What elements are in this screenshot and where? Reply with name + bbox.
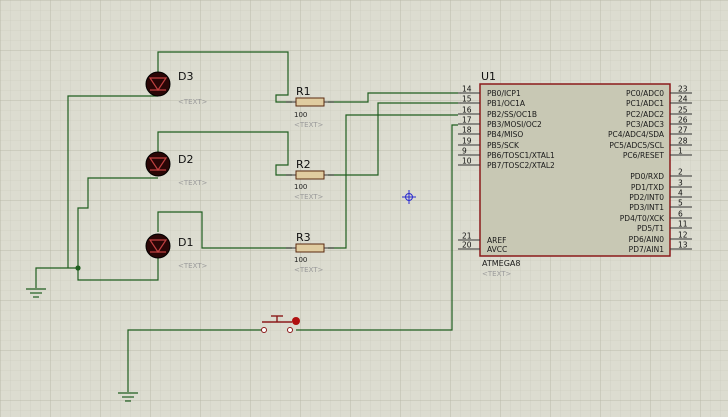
resistor-ref-label: R2 (296, 158, 311, 171)
chip-pin-name: PB2/SS/OC1B (487, 110, 537, 119)
chip-pin-number: 24 (678, 95, 688, 104)
resistor-ref-label: R3 (296, 231, 311, 244)
chip-pin-name: AVCC (487, 245, 507, 254)
chip-pin-name: PC6/RESET (623, 151, 665, 160)
resistor-icon (295, 97, 325, 107)
chip-pin-number: 4 (678, 189, 683, 198)
chip-pin-name: PD4/T0/XCK (620, 214, 665, 223)
chip-ref-label: U1 (481, 70, 496, 83)
chip-pin-name: PC4/ADC4/SDA (608, 130, 665, 139)
chip-pin-name: PD5/T1 (637, 224, 664, 233)
resistor-icon (295, 170, 325, 180)
resistor-value: 100 (294, 183, 307, 191)
led-text-placeholder: <TEXT> (178, 98, 208, 106)
led-text-placeholder: <TEXT> (178, 179, 208, 187)
chip-pin-name: PC3/ADC3 (626, 120, 664, 129)
chip-pin-name: PB7/TOSC2/XTAL2 (487, 161, 555, 170)
chip-pin-name: PB0/ICP1 (487, 89, 521, 98)
chip-pin-number: 17 (462, 116, 472, 125)
chip-pin-number: 13 (678, 241, 688, 250)
chip-pin-number: 1 (678, 147, 683, 156)
chip-pin-name: PD0/RXD (630, 172, 664, 181)
led-icon (145, 151, 171, 177)
chip-pin-name: PD2/INT0 (629, 193, 664, 202)
chip-pin-number: 21 (462, 232, 472, 241)
chip-pin-number: 15 (462, 95, 472, 104)
chip-pin-number: 28 (678, 137, 688, 146)
button-terminal-left (261, 327, 267, 333)
chip-pin-number: 20 (462, 241, 472, 250)
wire-junction (75, 265, 81, 271)
chip-text-placeholder: <TEXT> (482, 270, 512, 278)
resistor-text-placeholder: <TEXT> (294, 121, 324, 129)
chip-pin-name: PD6/AIN0 (629, 235, 665, 244)
chip-pin-name: PC2/ADC2 (626, 110, 664, 119)
chip-pin-number: 2 (678, 168, 683, 177)
chip-pin-name: PB3/MOSI/OC2 (487, 120, 542, 129)
chip-pin-name: PB6/TOSC1/XTAL1 (487, 151, 555, 160)
led-icon (145, 71, 171, 97)
chip-pin-number: 6 (678, 210, 683, 219)
chip-pin-number: 3 (678, 179, 683, 188)
chip-pin-name: PC5/ADC5/SCL (609, 141, 664, 150)
chip-pin-number: 18 (462, 126, 472, 135)
led-ref-label: D3 (178, 70, 193, 83)
led-ref-label: D2 (178, 153, 193, 166)
resistor-ref-label: R1 (296, 85, 311, 98)
chip-pin-name: AREF (487, 236, 506, 245)
chip-part-label: ATMEGA8 (482, 259, 520, 268)
resistor-value: 100 (294, 111, 307, 119)
resistor-text-placeholder: <TEXT> (294, 266, 324, 274)
chip-pin-name: PD1/TXD (631, 183, 664, 192)
chip-pin-number: 25 (678, 106, 688, 115)
button-indicator-icon[interactable] (292, 317, 300, 325)
chip-pin-name: PD3/INT1 (629, 203, 664, 212)
chip-pin-number: 27 (678, 126, 688, 135)
chip-pin-name: PC0/ADC0 (626, 89, 664, 98)
led-ref-label: D1 (178, 236, 193, 249)
chip-pin-number: 16 (462, 106, 472, 115)
led-icon (145, 233, 171, 259)
schematic-canvas[interactable]: D3 <TEXT> D2 <TEXT> D1 <TEXT> R1 100 <TE… (0, 0, 728, 417)
button-terminal-right (287, 327, 293, 333)
chip-pin-number: 10 (462, 157, 472, 166)
chip-pin-name: PB5/SCK (487, 141, 520, 150)
chip-pin-name: PB4/MISO (487, 130, 523, 139)
chip-pin-number: 11 (678, 220, 688, 229)
chip-pin-number: 26 (678, 116, 688, 125)
chip-pin-number: 9 (462, 147, 467, 156)
chip-pin-number: 14 (462, 85, 472, 94)
resistor-value: 100 (294, 256, 307, 264)
chip-pin-number: 19 (462, 137, 472, 146)
chip-pin-number: 5 (678, 199, 683, 208)
chip-pin-name: PB1/OC1A (487, 99, 526, 108)
led-text-placeholder: <TEXT> (178, 262, 208, 270)
microcontroller-u1[interactable]: U1 14 PB0/ICP115 PB1/OC1A16 PB2/SS/OC1B17 PB… (458, 70, 692, 278)
chip-pin-name: PD7/AIN1 (629, 245, 665, 254)
chip-pin-name: PC1/ADC1 (626, 99, 664, 108)
chip-pin-number: 23 (678, 85, 688, 94)
resistor-text-placeholder: <TEXT> (294, 193, 324, 201)
chip-pin-number: 12 (678, 231, 688, 240)
resistor-icon (295, 243, 325, 253)
